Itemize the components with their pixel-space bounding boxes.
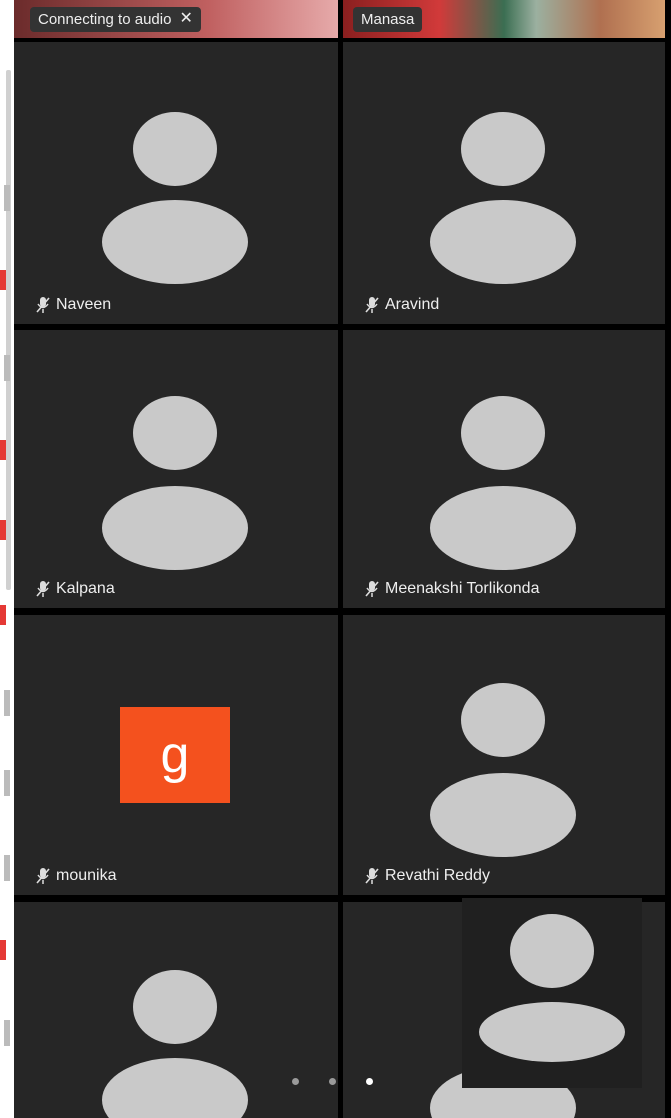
participant-label: Aravind	[365, 296, 439, 314]
participant-name: Manasa	[361, 10, 415, 28]
edge-marker	[4, 770, 10, 796]
scrollbar[interactable]	[6, 70, 11, 590]
avatar-body	[430, 200, 576, 284]
participant-tile-naveen[interactable]: Naveen	[14, 42, 338, 324]
page-indicator[interactable]	[292, 1078, 373, 1085]
participant-label: Revathi Reddy	[365, 867, 490, 885]
edge-marker	[4, 855, 10, 881]
avatar-head	[461, 112, 545, 186]
avatar-body	[430, 773, 576, 857]
participant-tile-mounika[interactable]: g mounika	[14, 615, 338, 895]
avatar-head	[133, 112, 217, 186]
participant-name: Naveen	[56, 296, 112, 313]
participant-name: Aravind	[385, 296, 440, 313]
avatar-head	[461, 396, 545, 470]
participant-tile-aravind[interactable]: Aravind	[343, 42, 665, 324]
avatar-body	[102, 1058, 248, 1118]
self-view-tile[interactable]	[462, 898, 642, 1088]
manasa-name-chip: Manasa	[353, 6, 423, 32]
mic-off-icon	[365, 297, 379, 313]
page-dot-active[interactable]	[366, 1078, 373, 1085]
edge-marker	[0, 940, 6, 960]
initial-avatar: g	[120, 707, 230, 803]
participant-name: Meenakshi Torlikonda	[385, 580, 540, 597]
avatar-body	[102, 200, 248, 284]
edge-marker	[4, 1020, 10, 1046]
edge-marker	[0, 270, 6, 290]
participant-label: Naveen	[36, 296, 111, 314]
participant-label: Meenakshi Torlikonda	[365, 580, 539, 598]
edge-marker	[0, 605, 6, 625]
page-dot[interactable]	[329, 1078, 336, 1085]
avatar-body	[102, 486, 248, 570]
close-icon[interactable]: ✕	[179, 11, 192, 27]
participant-tile-kalpana[interactable]: Kalpana	[14, 330, 338, 608]
participant-label: Kalpana	[36, 580, 115, 598]
participant-name: Revathi Reddy	[385, 867, 490, 884]
participant-name: Kalpana	[56, 580, 115, 597]
edge-marker	[4, 185, 10, 211]
connecting-audio-banner: Connecting to audio ✕	[14, 0, 338, 38]
mic-off-icon	[36, 581, 50, 597]
connecting-audio-label: Connecting to audio	[38, 10, 172, 28]
manasa-video-banner: Manasa	[343, 0, 665, 38]
avatar-head	[133, 970, 217, 1044]
participant-tile-revathi[interactable]: Revathi Reddy	[343, 615, 665, 895]
edge-marker	[4, 690, 10, 716]
mic-off-icon	[365, 868, 379, 884]
participant-tile[interactable]	[14, 902, 338, 1118]
avatar-head	[461, 683, 545, 757]
avatar-body	[479, 1002, 625, 1062]
avatar-head	[133, 396, 217, 470]
participant-name: mounika	[56, 867, 117, 884]
participant-label: mounika	[36, 867, 116, 885]
mic-off-icon	[36, 868, 50, 884]
mic-off-icon	[36, 297, 50, 313]
participant-tile-meenakshi[interactable]: Meenakshi Torlikonda	[343, 330, 665, 608]
mic-off-icon	[365, 581, 379, 597]
avatar-head	[510, 914, 594, 988]
edge-marker	[0, 440, 6, 460]
connecting-audio-chip[interactable]: Connecting to audio ✕	[30, 6, 201, 32]
left-edge-strip	[0, 0, 14, 1118]
edge-marker	[0, 520, 6, 540]
avatar-body	[430, 486, 576, 570]
page-dot[interactable]	[292, 1078, 299, 1085]
edge-marker	[4, 355, 10, 381]
